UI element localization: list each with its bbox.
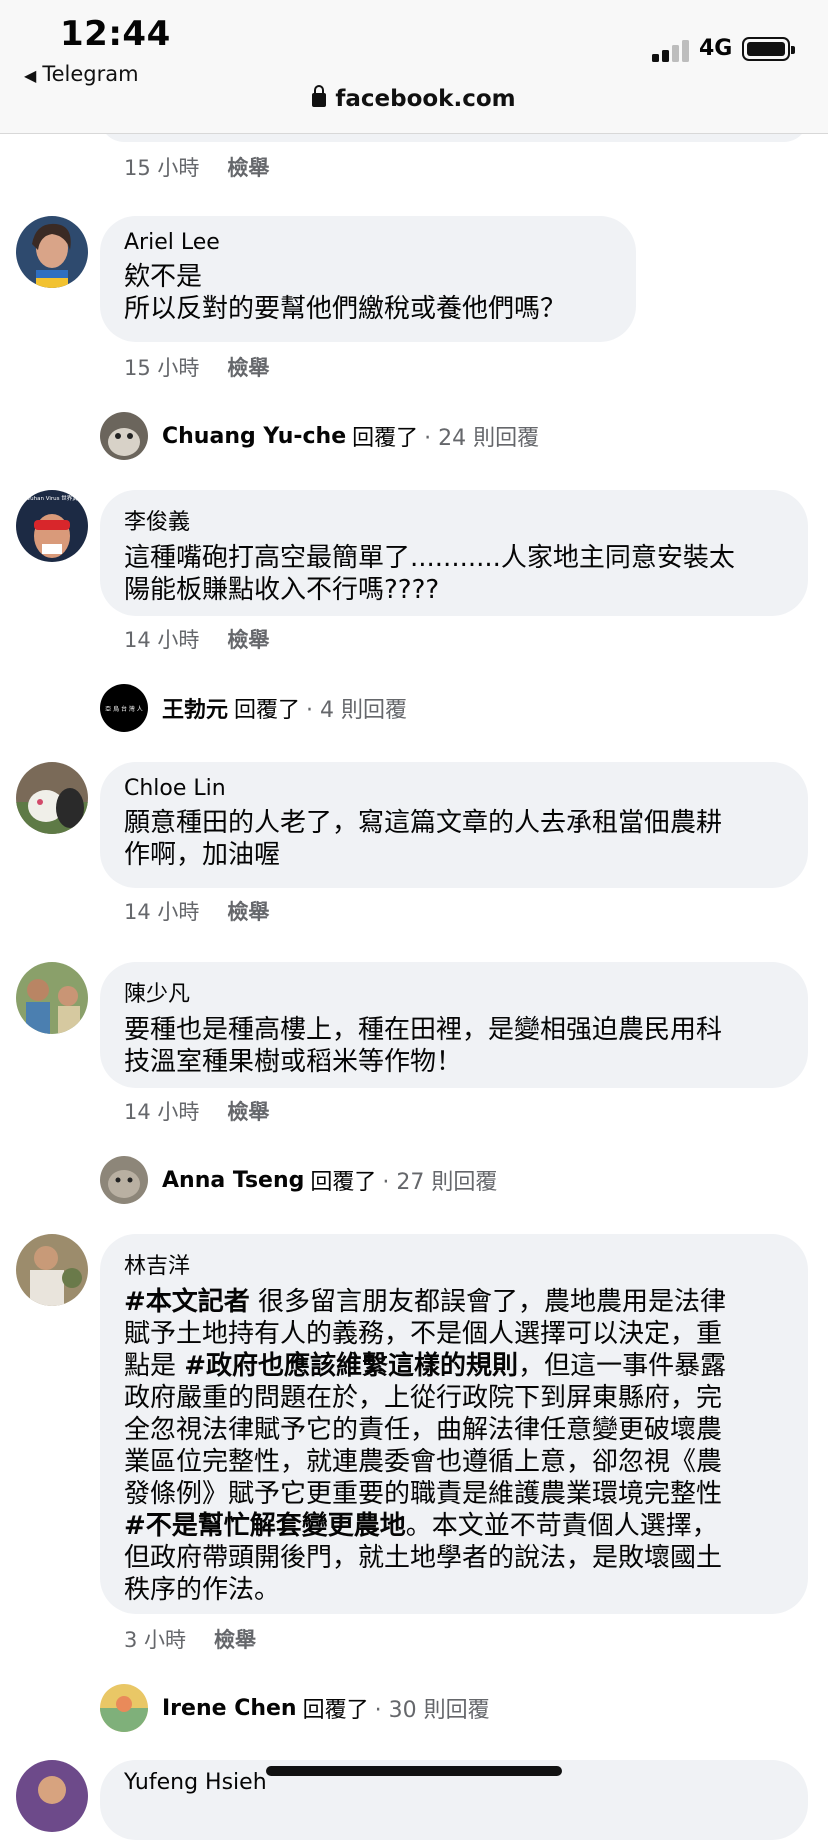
reply-count: · 30 則回覆 (374, 1698, 490, 1723)
reply-verb: 回覆了 (352, 426, 419, 451)
back-arrow-icon: ◀ (24, 66, 37, 85)
address-bar[interactable]: facebook.com (0, 85, 828, 112)
comment-author[interactable]: Chloe Lin (124, 776, 784, 801)
avatar (100, 1156, 148, 1204)
back-app-label: Telegram (42, 62, 139, 86)
comment-line: 作啊，加油喔 (124, 840, 281, 870)
comment-time: 3 小時 (124, 1628, 187, 1652)
network-type: 4G (699, 36, 733, 61)
avatar[interactable] (16, 962, 88, 1034)
reply-verb: 回覆了 (310, 1170, 377, 1195)
avatar: 亞 烏 台 灣 人 (100, 684, 148, 732)
comment-line: 這種嘴砲打高空最簡單了...........人家地主同意安裝太 (124, 543, 735, 573)
comment-author[interactable]: Ariel Lee (124, 230, 612, 255)
report-link[interactable]: 檢舉 (227, 156, 269, 180)
reply-author: Chuang Yu-che (162, 423, 347, 449)
replies-row[interactable]: 亞 烏 台 灣 人 王勃元 回覆了 · 4 則回覆 (100, 684, 407, 732)
hashtag-link[interactable]: #不是幫忙解套變更農地 (124, 1511, 406, 1541)
back-to-app[interactable]: ◀ Telegram (24, 62, 139, 86)
hashtag-link[interactable]: #政府也應該維繫這樣的規則 (184, 1351, 518, 1381)
url-text: facebook.com (335, 86, 516, 112)
avatar-caption: Father of Wuhan Virus 世界武漢肺炎之父 (16, 494, 88, 502)
browser-header: 12:44 ◀ Telegram 4G facebook.com (0, 0, 828, 134)
comment-meta: 14 小時 檢舉 (124, 1096, 269, 1126)
replies-row[interactable]: Anna Tseng 回覆了 · 27 則回覆 (100, 1156, 497, 1204)
comment-time: 14 小時 (124, 1100, 200, 1124)
comment-bubble: 林吉洋 #本文記者 很多留言朋友都誤會了，農地農用是法律 賦予土地持有人的義務，… (100, 1234, 808, 1614)
comment-author[interactable]: 陳少凡 (124, 976, 784, 1008)
reply-count: · 27 則回覆 (382, 1170, 498, 1195)
comment-text: 欸不是 所以反對的要幫他們繳稅或養他們嗎？ (124, 261, 612, 325)
reply-verb: 回覆了 (302, 1698, 369, 1723)
reply-author: Irene Chen (162, 1695, 297, 1721)
avatar[interactable]: Father of Wuhan Virus 世界武漢肺炎之父 (16, 490, 88, 562)
comment-line: 欸不是 (124, 262, 203, 292)
hashtag-link[interactable]: #本文記者 (124, 1287, 250, 1317)
comment-meta: 14 小時 檢舉 (124, 896, 269, 926)
comment-text: #本文記者 很多留言朋友都誤會了，農地農用是法律 賦予土地持有人的義務，不是個人… (124, 1286, 784, 1606)
comment-time: 14 小時 (124, 900, 200, 924)
comment-text: 要種也是種高樓上，種在田裡，是變相强迫農民用科 技溫室種果樹或稻米等作物！ (124, 1014, 784, 1078)
report-link[interactable]: 檢舉 (227, 900, 269, 924)
status-time: 12:44 (60, 14, 171, 54)
report-link[interactable]: 檢舉 (214, 1628, 256, 1652)
comment-time: 15 小時 (124, 156, 200, 180)
comment-bubble: 李俊義 這種嘴砲打高空最簡單了...........人家地主同意安裝太 陽能板賺點… (100, 490, 808, 616)
comment-bubble: 陳少凡 要種也是種高樓上，種在田裡，是變相强迫農民用科 技溫室種果樹或稻米等作物！ (100, 962, 808, 1088)
replies-row[interactable]: Irene Chen 回覆了 · 30 則回覆 (100, 1684, 490, 1732)
avatar[interactable] (16, 216, 88, 288)
comment-bubble: Chloe Lin 願意種田的人老了，寫這篇文章的人去承租當佃農耕 作啊，加油喔 (100, 762, 808, 888)
reply-count: · 24 則回覆 (424, 426, 540, 451)
reply-author: 王勃元 (162, 698, 229, 723)
avatar[interactable] (16, 1234, 88, 1306)
comment-author[interactable]: 林吉洋 (124, 1248, 784, 1280)
comment-line: 要種也是種高樓上，種在田裡，是變相强迫農民用科 (124, 1015, 723, 1045)
report-link[interactable]: 檢舉 (227, 628, 269, 652)
comment-meta: 15 小時 檢舉 (124, 352, 269, 382)
reply-count: · 4 則回覆 (306, 698, 408, 723)
comment-meta: 3 小時 檢舉 (124, 1624, 256, 1654)
signal-icon (652, 38, 692, 62)
reply-author: Anna Tseng (162, 1167, 305, 1193)
comment-meta: 14 小時 檢舉 (124, 624, 269, 654)
report-link[interactable]: 檢舉 (227, 356, 269, 380)
avatar-caption: 亞 烏 台 灣 人 (105, 705, 143, 713)
avatar[interactable] (16, 1760, 88, 1832)
home-indicator[interactable] (266, 1766, 562, 1776)
comment-bubble: Ariel Lee 欸不是 所以反對的要幫他們繳稅或養他們嗎？ (100, 216, 636, 342)
reply-verb: 回覆了 (234, 698, 301, 723)
comment-meta: 15 小時 檢舉 (124, 152, 269, 182)
lock-icon (312, 85, 327, 107)
avatar[interactable] (16, 762, 88, 834)
comment-time: 14 小時 (124, 628, 200, 652)
comment-author[interactable]: 李俊義 (124, 504, 784, 536)
battery-icon (742, 37, 795, 61)
report-link[interactable]: 檢舉 (227, 1100, 269, 1124)
avatar (100, 412, 148, 460)
comment-time: 15 小時 (124, 356, 200, 380)
comment-line: 所以反對的要幫他們繳稅或養他們嗎？ (124, 294, 567, 324)
comment-line: 願意種田的人老了，寫這篇文章的人去承租當佃農耕 (124, 808, 723, 838)
comment-line: 技溫室種果樹或稻米等作物！ (124, 1047, 463, 1077)
replies-row[interactable]: Chuang Yu-che 回覆了 · 24 則回覆 (100, 412, 539, 460)
avatar (100, 1684, 148, 1732)
comment-line: 陽能板賺點收入不行嗎???? (124, 575, 440, 605)
comment-text: 願意種田的人老了，寫這篇文章的人去承租當佃農耕 作啊，加油喔 (124, 807, 784, 871)
comment-text: 這種嘴砲打高空最簡單了...........人家地主同意安裝太 陽能板賺點收入不行… (124, 542, 784, 606)
